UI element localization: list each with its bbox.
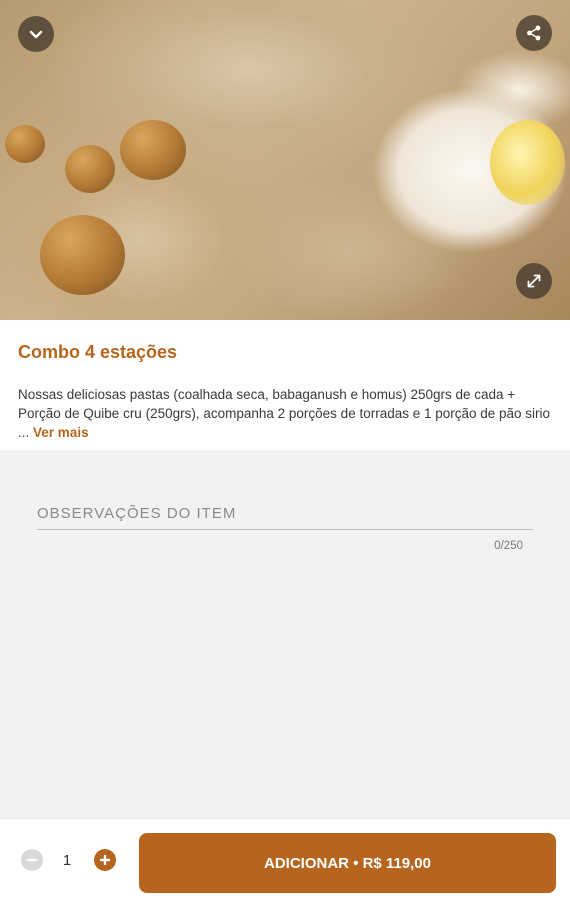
close-button[interactable] <box>18 16 54 52</box>
see-more-link[interactable]: Ver mais <box>33 425 89 440</box>
product-title: Combo 4 estações <box>18 342 178 362</box>
minus-icon <box>26 858 38 862</box>
decrease-quantity-button[interactable] <box>21 849 43 871</box>
chevron-down-icon <box>29 30 43 39</box>
expand-image-button[interactable] <box>516 263 552 299</box>
product-description: Nossas deliciosas pastas (coalhada seca,… <box>18 385 558 442</box>
hazelnut-decoration <box>120 120 186 180</box>
add-to-cart-button[interactable]: ADICIONAR • R$ 119,00 <box>139 833 556 893</box>
observations-input[interactable] <box>37 500 533 530</box>
quantity-value: 1 <box>62 852 72 869</box>
hazelnut-decoration <box>5 125 45 163</box>
expand-icon <box>527 274 541 288</box>
hazelnut-decoration <box>65 145 115 193</box>
share-button[interactable] <box>516 15 552 51</box>
increase-quantity-button[interactable] <box>94 849 116 871</box>
bottom-bar: 1 ADICIONAR • R$ 119,00 <box>0 818 570 901</box>
description-text: Nossas deliciosas pastas (coalhada seca,… <box>18 387 551 440</box>
share-icon <box>527 25 541 41</box>
product-info: Combo 4 estações Nossas deliciosas pasta… <box>0 320 570 450</box>
observations-field: 0/250 <box>37 500 533 552</box>
hazelnut-decoration <box>40 215 125 295</box>
plus-icon <box>99 854 111 866</box>
character-counter: 0/250 <box>494 540 523 552</box>
olive-oil-decoration <box>490 120 565 205</box>
product-image <box>0 0 570 320</box>
